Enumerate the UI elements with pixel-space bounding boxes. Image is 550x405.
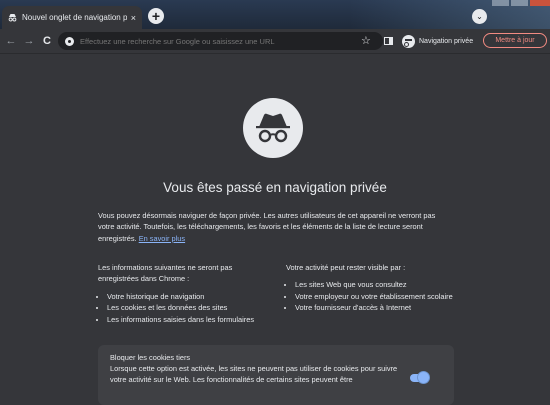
side-panel-icon[interactable] — [384, 37, 393, 45]
block-cookies-toggle[interactable] — [410, 372, 429, 383]
incognito-icon — [243, 98, 303, 158]
new-tab-button[interactable]: + — [148, 8, 164, 24]
learn-more-link[interactable]: En savoir plus — [139, 234, 185, 243]
not-saved-list: Votre historique de navigation Les cooki… — [98, 291, 263, 325]
list-item: Les sites Web que vous consultez — [295, 279, 461, 290]
cookies-description: Lorsque cette option est activée, les si… — [110, 364, 398, 384]
incognito-label: Navigation privée — [419, 37, 474, 45]
close-tab-icon[interactable]: × — [131, 13, 136, 23]
intro-paragraph: Vous pouvez désormais naviguer de façon … — [98, 210, 453, 244]
minimize-button[interactable] — [491, 0, 509, 6]
visible-heading: Votre activité peut rester visible par : — [286, 263, 406, 272]
forward-button[interactable]: → — [22, 33, 36, 49]
tab-search-button[interactable]: ⌄ — [472, 9, 487, 24]
list-item: Votre historique de navigation — [107, 291, 263, 302]
not-saved-section: Les informations suivantes ne seront pas… — [98, 262, 263, 325]
incognito-icon — [402, 34, 415, 48]
visible-section: Votre activité peut rester visible par :… — [286, 262, 461, 314]
list-item: Les informations saisies dans les formul… — [107, 314, 263, 325]
google-g-icon — [65, 36, 74, 46]
reload-button[interactable]: C — [40, 33, 54, 49]
tab-title: Nouvel onglet de navigation privé — [22, 13, 127, 22]
page-title: Vous êtes passé en navigation privée — [163, 180, 387, 195]
tab-incognito[interactable]: Nouvel onglet de navigation privé × — [2, 6, 142, 29]
list-item: Votre employeur ou votre établissement s… — [295, 291, 461, 302]
list-item: Votre fournisseur d'accès à Internet — [295, 302, 461, 313]
incognito-new-tab-page: Vous êtes passé en navigation privée Vou… — [0, 54, 550, 405]
star-icon[interactable]: ☆ — [361, 34, 371, 47]
back-button[interactable]: ← — [4, 33, 18, 49]
not-saved-heading: Les informations suivantes ne seront pas… — [98, 263, 233, 284]
list-item: Les cookies et les données des sites — [107, 302, 263, 313]
visible-list: Les sites Web que vous consultez Votre e… — [286, 279, 461, 313]
incognito-icon — [8, 13, 17, 22]
toolbar: ← → C ☆ Navigation privée Mettre à jour — [0, 29, 550, 54]
cookies-title: Bloquer les cookies tiers — [110, 353, 191, 362]
update-button[interactable]: Mettre à jour — [483, 33, 547, 48]
maximize-button[interactable] — [510, 0, 528, 6]
window-controls — [490, 0, 550, 8]
incognito-profile-chip[interactable]: Navigation privée — [402, 34, 473, 48]
omnibox-input[interactable] — [80, 36, 370, 46]
title-bar: Nouvel onglet de navigation privé × + ⌄ — [0, 0, 550, 29]
close-window-button[interactable] — [529, 0, 550, 6]
third-party-cookies-card: Bloquer les cookies tiers Lorsque cette … — [98, 345, 454, 405]
address-bar[interactable] — [58, 32, 383, 50]
